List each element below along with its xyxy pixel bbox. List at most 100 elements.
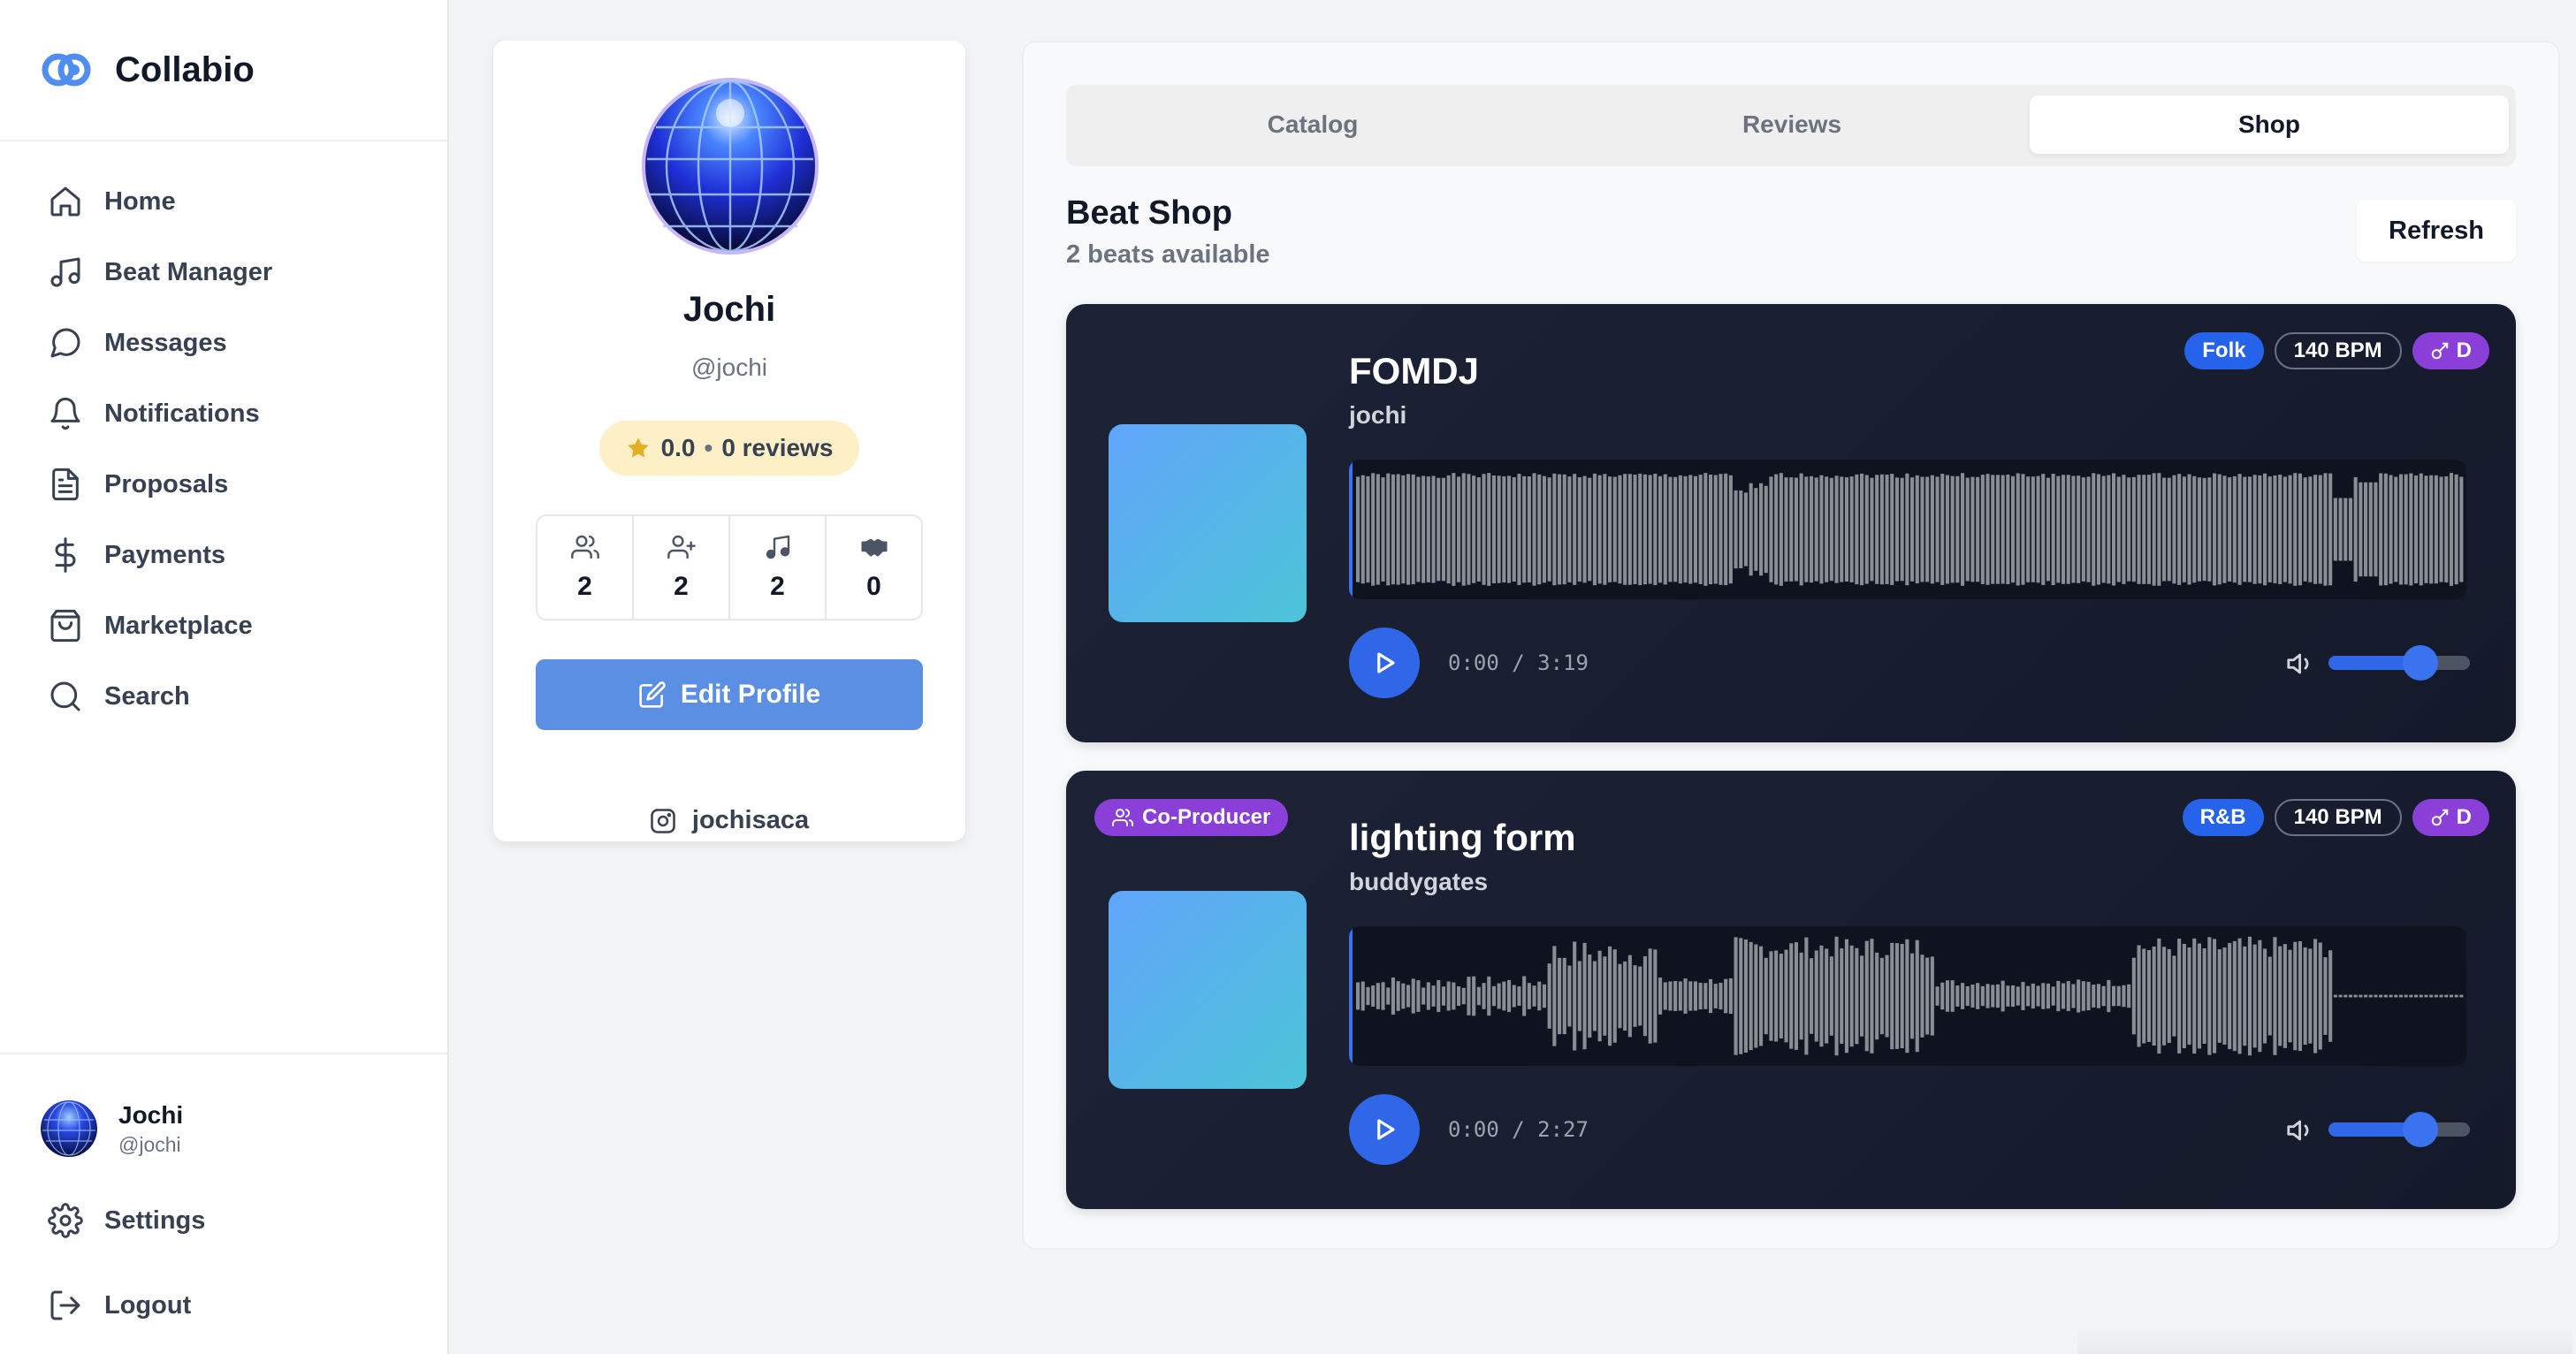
stat-value: 2 [577,572,592,601]
sidebar-item-home[interactable]: Home [0,166,447,237]
key-badge: D [2412,332,2489,369]
play-icon [1377,1119,1395,1140]
beat-artist[interactable]: buddygates [1349,868,1488,896]
volume-icon[interactable] [2286,649,2316,679]
current-user[interactable]: Jochi @jochi [41,1100,183,1157]
review-count: 0 reviews [721,434,834,461]
sidebar-item-label: Home [104,186,176,216]
sidebar-nav: Home Beat Manager Messages Notifications… [0,166,447,732]
beat-artist[interactable]: jochi [1349,401,1406,430]
sidebar-item-label: Search [104,681,190,711]
rating-separator: • [704,434,713,461]
sidebar: Collabio Home Beat Manager Messages Noti… [0,0,449,1354]
sidebar-item-proposals[interactable]: Proposals [0,449,447,520]
key-value: D [2456,805,2472,829]
handshake-icon [860,538,888,557]
collabio-logo-icon [42,53,91,87]
stat-followers[interactable]: 2 [537,516,634,619]
sidebar-item-payments[interactable]: Payments [0,520,447,590]
following-icon [667,535,696,559]
play-icon [1377,652,1395,673]
home-icon [50,186,80,217]
sidebar-item-label: Messages [104,328,227,357]
waveform[interactable] [1349,926,2466,1066]
sidebar-item-label: Notifications [104,399,260,428]
shopping-bag-icon [50,609,80,643]
edit-profile-label: Edit Profile [680,680,821,709]
stat-collaborations[interactable]: 0 [827,516,921,619]
sidebar-item-beat-manager[interactable]: Beat Manager [0,237,447,308]
sidebar-item-messages[interactable]: Messages [0,308,447,378]
key-icon [2431,809,2448,826]
section-title: Beat Shop [1066,194,1232,232]
sidebar-footer: Jochi @jochi Settings Logout [0,1053,447,1354]
dollar-icon [55,537,76,573]
sidebar-item-search[interactable]: Search [0,661,447,732]
playback-time: 0:00 / 2:27 [1448,1117,1589,1142]
instagram-icon [651,808,675,833]
sidebar-item-label: Payments [104,540,226,569]
edit-icon [639,681,666,708]
profile-name: Jochi [682,290,776,329]
volume-knob[interactable] [2403,1112,2438,1147]
rating-value: 0.0 [660,434,696,461]
avatar [41,1100,97,1157]
profile-avatar [642,78,819,255]
beat-card: FOMDJ jochi Folk 140 BPM D 0:00 / 3:19 [1066,304,2516,742]
volume-slider[interactable] [2328,1112,2470,1147]
logout-link[interactable]: Logout [48,1288,191,1323]
tab-bar: Catalog Reviews Shop [1066,85,2516,166]
key-icon [2431,342,2448,360]
settings-link[interactable]: Settings [48,1203,205,1238]
co-producer-label: Co-Producer [1142,805,1271,829]
stat-beats[interactable]: 2 [730,516,827,619]
users-icon [1112,809,1133,826]
app-name: Collabio [115,49,255,89]
user-name: Jochi [118,1100,184,1129]
refresh-button[interactable]: Refresh [2357,200,2516,262]
content-panel: Catalog Reviews Shop Beat Shop 2 beats a… [1022,41,2560,1250]
user-handle: @jochi [118,1132,181,1156]
play-button[interactable] [1349,1094,1420,1165]
waveform[interactable] [1349,460,2466,599]
settings-label: Settings [104,1206,206,1235]
followers-icon [570,535,599,559]
sidebar-item-notifications[interactable]: Notifications [0,378,447,449]
rating-badge: 0.0 • 0 reviews [599,421,859,475]
stat-following[interactable]: 2 [634,516,730,619]
bpm-badge: 140 BPM [2274,799,2402,836]
message-circle-icon [50,328,80,358]
sidebar-item-label: Beat Manager [104,257,273,286]
edit-profile-button[interactable]: Edit Profile [536,659,923,730]
music-note-icon [766,535,789,559]
play-button[interactable] [1349,628,1420,698]
tab-shop[interactable]: Shop [2030,95,2509,154]
playback-time: 0:00 / 3:19 [1448,650,1589,675]
key-badge: D [2412,799,2489,836]
beat-card: Co-Producer lighting form buddygates R&B… [1066,771,2516,1209]
volume-slider[interactable] [2328,645,2470,681]
co-producer-badge: Co-Producer [1094,799,1289,836]
beat-count: 2 beats available [1066,240,1270,269]
key-value: D [2456,338,2472,362]
genre-badge: R&B [2182,799,2264,836]
brand[interactable]: Collabio [0,0,447,141]
logout-icon [50,1290,80,1320]
beat-tags: Folk 140 BPM D [2184,332,2489,369]
tab-catalog[interactable]: Catalog [1073,95,1552,154]
beat-cover [1109,424,1307,622]
instagram-handle: jochisaca [691,806,810,834]
tab-reviews[interactable]: Reviews [1552,95,2031,154]
music-note-icon [50,257,80,287]
instagram-link[interactable]: jochisaca [493,806,965,835]
sidebar-item-marketplace[interactable]: Marketplace [0,590,447,661]
stat-value: 0 [866,572,881,601]
genre-badge: Folk [2184,332,2264,369]
volume-icon[interactable] [2286,1115,2316,1145]
stat-value: 2 [770,572,785,601]
profile-card: Jochi @jochi 0.0 • 0 reviews 2 2 2 0 Edi… [493,41,965,841]
beat-title: FOMDJ [1349,350,1479,392]
beat-title: lighting form [1349,817,1576,858]
volume-knob[interactable] [2403,645,2438,681]
profile-stats: 2 2 2 0 [536,514,923,620]
